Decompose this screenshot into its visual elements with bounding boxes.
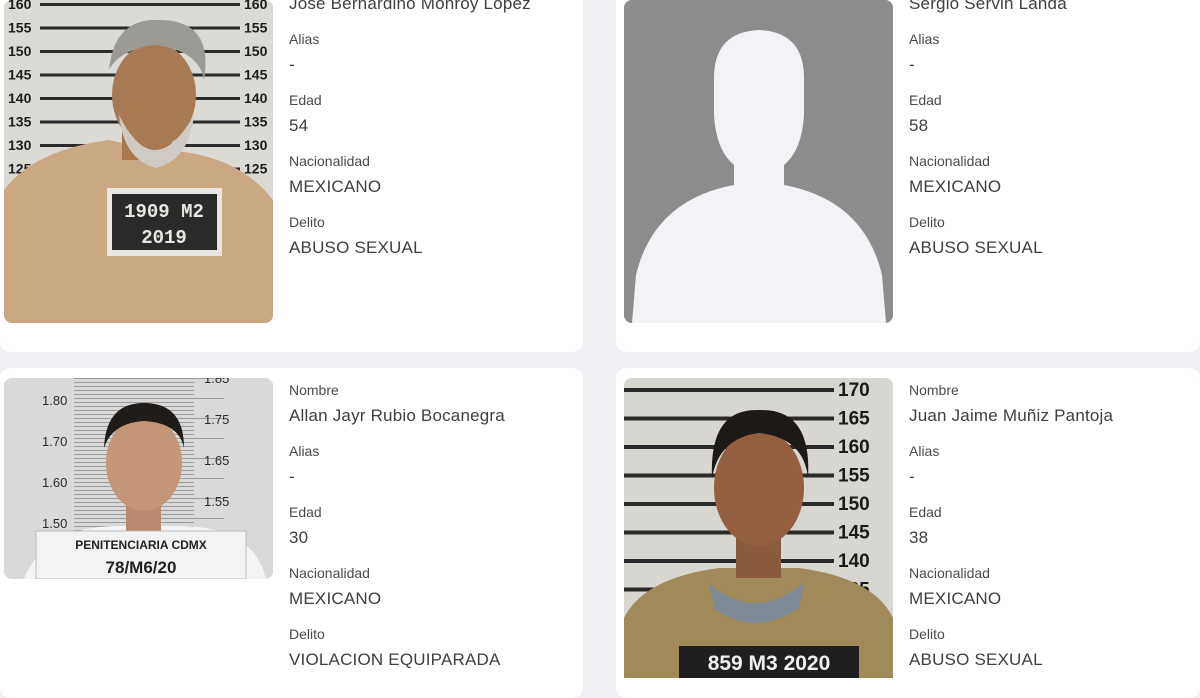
age-value: 54 (289, 116, 309, 135)
crime-value: VIOLACION EQUIPARADA (289, 650, 501, 669)
nationality-label: Nacionalidad (909, 153, 990, 169)
ruler-line (74, 394, 194, 395)
age-label: Edad (289, 504, 322, 520)
ruler-label: 155 (244, 20, 268, 36)
ruler-label: 145 (8, 67, 32, 83)
ruler-label: 170 (838, 380, 870, 401)
nationality-value: MEXICANO (909, 589, 1002, 608)
ruler-label: 160 (838, 437, 870, 458)
nationality-label: Nacionalidad (289, 565, 370, 581)
record-card[interactable]: 1601551501451401351301251201151101016015… (0, 0, 583, 352)
ruler-line (74, 386, 194, 387)
ruler-label: 135 (8, 114, 32, 130)
ruler-label: 125 (244, 161, 268, 177)
mugshot-photo: 1.80 1.70 1.60 1.50 1.85 1.75 1.65 1.55 PENITEN… (4, 378, 273, 579)
ruler-label: 1.50 (42, 516, 67, 531)
ruler-line (624, 559, 834, 563)
ruler-label: 1.75 (204, 412, 229, 427)
ruler-line (74, 382, 194, 383)
record-card[interactable]: Nombre Sergio Servin Landa Alias - Edad … (616, 0, 1200, 352)
mugshot-photo: 170165160155150145140135 859 M3 2020 (624, 378, 893, 678)
ruler-label: 1.60 (42, 475, 67, 490)
ruler-label: 130 (8, 137, 32, 153)
person-silhouette-icon (624, 0, 893, 323)
ruler-label: 150 (244, 43, 268, 59)
alias-label: Alias (909, 443, 940, 459)
placard-text: 859 M3 2020 (708, 652, 831, 675)
age-label: Edad (909, 92, 942, 108)
crime-label: Delito (289, 626, 325, 642)
age-value: 58 (909, 116, 929, 135)
alias-label: Alias (289, 443, 320, 459)
crime-label: Delito (909, 214, 945, 230)
ruler-label: 150 (838, 494, 870, 515)
ruler-label: 155 (8, 20, 32, 36)
id-placard: 1909 M2 2019 (107, 188, 222, 256)
mugshot-photo: 1601551501451401351301251201151101016015… (4, 0, 273, 323)
nationality-value: MEXICANO (909, 177, 1002, 196)
crime-label: Delito (289, 214, 325, 230)
nationality-value: MEXICANO (289, 589, 382, 608)
age-value: 38 (909, 528, 929, 547)
age-label: Edad (909, 504, 942, 520)
ruler-label: 165 (838, 409, 870, 430)
ruler-label: 140 (244, 90, 268, 106)
ruler-line (74, 378, 224, 379)
placard-line2: 2019 (141, 227, 187, 249)
ruler-label: 145 (244, 67, 268, 83)
nationality-label: Nacionalidad (909, 565, 990, 581)
placard-line2: 78/M6/20 (106, 558, 177, 577)
ruler-label: 140 (8, 90, 32, 106)
record-card[interactable]: 170165160155150145140135 859 M3 2020 Nom… (616, 368, 1200, 698)
name-value: Juan Jaime Muñiz Pantoja (909, 406, 1114, 425)
name-value: Allan Jayr Rubio Bocanegra (289, 406, 505, 425)
ruler-label: 1.55 (204, 494, 229, 509)
age-label: Edad (289, 92, 322, 108)
ruler-label: 145 (838, 523, 870, 544)
nationality-label: Nacionalidad (289, 153, 370, 169)
ruler-label: 160 (244, 0, 268, 12)
age-value: 30 (289, 528, 309, 547)
crime-value: ABUSO SEXUAL (909, 650, 1043, 669)
ruler-label: 1.80 (42, 393, 67, 408)
name-label: Nombre (289, 382, 339, 398)
record-card[interactable]: 1.80 1.70 1.60 1.50 1.85 1.75 1.65 1.55 PENITEN… (0, 368, 583, 698)
ruler-label: 160 (8, 0, 32, 12)
crime-value: ABUSO SEXUAL (909, 238, 1043, 257)
name-value: Jose Bernardino Monroy Lopez (289, 0, 531, 13)
ruler-line (74, 398, 224, 399)
ruler-label: 155 (838, 466, 870, 487)
ruler-label: 130 (244, 137, 268, 153)
alias-value: - (289, 55, 295, 74)
ruler-line (74, 390, 194, 391)
alias-value: - (289, 467, 295, 486)
crime-label: Delito (909, 626, 945, 642)
nationality-value: MEXICANO (289, 177, 382, 196)
id-placard: PENITENCIARIA CDMX 78/M6/20 (35, 530, 247, 579)
ruler-label: 1.65 (204, 453, 229, 468)
ruler-label: 1.70 (42, 434, 67, 449)
ruler-line (624, 388, 834, 392)
alias-label: Alias (909, 31, 940, 47)
id-placard: 859 M3 2020 (679, 646, 859, 678)
crime-value: ABUSO SEXUAL (289, 238, 423, 257)
avatar-placeholder (624, 0, 893, 323)
ruler-label: 150 (8, 43, 32, 59)
name-label: Nombre (909, 382, 959, 398)
alias-value: - (909, 55, 915, 74)
ruler-line (40, 3, 240, 6)
ruler-label: 135 (244, 114, 268, 130)
ruler-line (74, 402, 194, 403)
alias-label: Alias (289, 31, 320, 47)
placard-line1: 1909 M2 (124, 201, 204, 223)
ruler-label: 1.85 (204, 378, 229, 386)
ruler-label: 140 (838, 551, 870, 572)
name-value: Sergio Servin Landa (909, 0, 1067, 13)
placard-line1: PENITENCIARIA CDMX (75, 538, 207, 552)
alias-value: - (909, 467, 915, 486)
